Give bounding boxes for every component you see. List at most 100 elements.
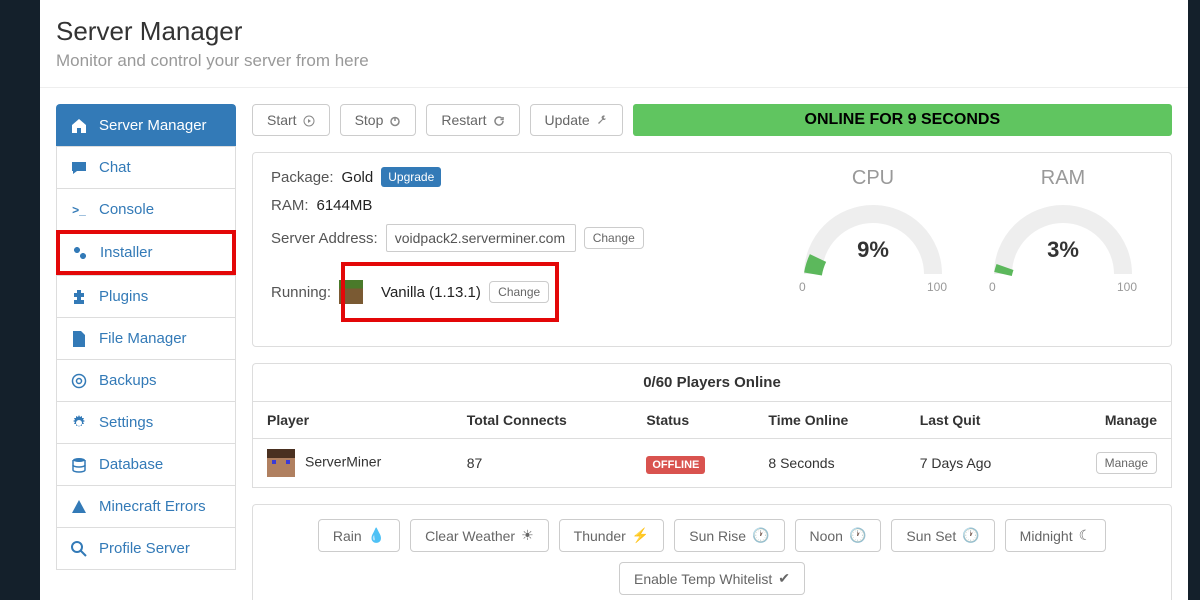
cmd-thunder[interactable]: Thunder ⚡: [559, 519, 665, 552]
clock-icon: 🕐: [849, 527, 866, 544]
col-connects: Total Connects: [453, 402, 633, 439]
package-label: Package:: [271, 169, 334, 186]
col-manage: Manage: [1045, 402, 1171, 439]
refresh-icon: [493, 112, 505, 128]
sidebar: Server Manager Chat >_ Console Installer…: [56, 104, 236, 600]
cpu-gauge-title: CPU: [783, 167, 963, 190]
quick-commands: Rain 💧 Clear Weather ☀ Thunder ⚡ Sun Ris…: [252, 504, 1172, 600]
power-icon: [389, 112, 401, 128]
cmd-enable-whitelist[interactable]: Enable Temp Whitelist ✔: [619, 562, 805, 595]
player-name: ServerMiner: [305, 454, 381, 470]
col-player: Player: [253, 402, 453, 439]
warning-icon: [71, 499, 87, 515]
status-badge-offline: OFFLINE: [646, 456, 705, 474]
cmd-rain[interactable]: Rain 💧: [318, 519, 400, 552]
check-icon: ✔: [778, 570, 790, 587]
running-label: Running:: [271, 284, 331, 301]
player-connects: 87: [453, 439, 633, 488]
droplet-icon: 💧: [368, 527, 385, 544]
sidebar-item-label: Database: [99, 456, 163, 473]
sidebar-item-label: File Manager: [99, 330, 187, 347]
sidebar-item-label: Profile Server: [99, 540, 190, 557]
package-value: Gold: [342, 169, 374, 186]
sidebar-item-database[interactable]: Database: [56, 443, 236, 485]
sidebar-item-minecraft-errors[interactable]: Minecraft Errors: [56, 485, 236, 527]
sidebar-item-console[interactable]: >_ Console: [56, 188, 236, 230]
sidebar-item-label: Backups: [99, 372, 157, 389]
cmd-clear-weather[interactable]: Clear Weather ☀: [410, 519, 549, 552]
home-icon: [71, 118, 87, 134]
wrench-icon: [596, 112, 608, 128]
restart-button[interactable]: Restart: [426, 104, 519, 136]
cmd-noon[interactable]: Noon 🕐: [795, 519, 882, 552]
gauge-max: 100: [927, 280, 947, 294]
sidebar-item-installer[interactable]: Installer: [56, 230, 236, 275]
sidebar-item-label: Console: [99, 201, 154, 218]
sidebar-item-label: Plugins: [99, 288, 148, 305]
gauge-max: 100: [1117, 280, 1137, 294]
ram-gauge-value: 3%: [973, 237, 1153, 263]
play-icon: [303, 112, 315, 128]
change-address-button[interactable]: Change: [584, 227, 644, 249]
ram-value: 6144MB: [317, 197, 373, 214]
cmd-sunrise[interactable]: Sun Rise 🕐: [674, 519, 784, 552]
stop-button[interactable]: Stop: [340, 104, 417, 136]
ram-gauge: RAM 3% 0 100: [973, 167, 1153, 332]
clock-icon: 🕐: [752, 527, 769, 544]
gauge-min: 0: [799, 280, 806, 294]
start-button[interactable]: Start: [252, 104, 330, 136]
file-icon: [71, 331, 87, 347]
change-version-button[interactable]: Change: [489, 281, 549, 303]
stop-label: Stop: [355, 112, 384, 128]
sidebar-item-label: Settings: [99, 414, 153, 431]
update-label: Update: [545, 112, 590, 128]
running-value: Vanilla (1.13.1): [381, 284, 481, 301]
sidebar-item-label: Installer: [100, 244, 153, 261]
address-value[interactable]: voidpack2.serverminer.com: [386, 224, 576, 252]
page-title: Server Manager: [56, 16, 1172, 47]
backups-icon: [71, 373, 87, 389]
database-icon: [71, 457, 87, 473]
sidebar-item-plugins[interactable]: Plugins: [56, 275, 236, 317]
players-online-header: 0/60 Players Online: [252, 363, 1172, 402]
player-avatar: [267, 449, 295, 477]
cmd-sunset[interactable]: Sun Set 🕐: [891, 519, 994, 552]
sun-icon: ☀: [521, 527, 534, 544]
server-status-bar: ONLINE FOR 9 SECONDS: [633, 104, 1172, 136]
installer-icon: [72, 245, 88, 261]
ram-gauge-title: RAM: [973, 167, 1153, 190]
sidebar-item-backups[interactable]: Backups: [56, 359, 236, 401]
page-subtitle: Monitor and control your server from her…: [56, 51, 1172, 71]
col-time-online: Time Online: [754, 402, 905, 439]
manage-player-button[interactable]: Manage: [1096, 452, 1157, 474]
sidebar-item-server-manager[interactable]: Server Manager: [56, 104, 236, 146]
gear-icon: [71, 415, 87, 431]
sidebar-item-settings[interactable]: Settings: [56, 401, 236, 443]
sidebar-item-label: Minecraft Errors: [99, 498, 206, 515]
address-label: Server Address:: [271, 230, 378, 247]
col-status: Status: [632, 402, 754, 439]
upgrade-button[interactable]: Upgrade: [381, 167, 441, 187]
cpu-gauge-value: 9%: [783, 237, 963, 263]
players-table: Player Total Connects Status Time Online…: [252, 402, 1172, 488]
gauge-min: 0: [989, 280, 996, 294]
player-time-online: 8 Seconds: [754, 439, 905, 488]
sidebar-item-profile-server[interactable]: Profile Server: [56, 527, 236, 570]
restart-label: Restart: [441, 112, 486, 128]
sidebar-item-label: Chat: [99, 159, 131, 176]
sidebar-item-file-manager[interactable]: File Manager: [56, 317, 236, 359]
clock-icon: 🕐: [962, 527, 979, 544]
ram-label: RAM:: [271, 197, 309, 214]
table-row: ServerMiner 87 OFFLINE 8 Seconds 7 Days …: [253, 439, 1172, 488]
start-label: Start: [267, 112, 297, 128]
sidebar-item-label: Server Manager: [99, 117, 207, 134]
sidebar-item-chat[interactable]: Chat: [56, 146, 236, 188]
cmd-midnight[interactable]: Midnight ☾: [1005, 519, 1106, 552]
search-icon: [71, 541, 87, 557]
update-button[interactable]: Update: [530, 104, 623, 136]
cpu-gauge: CPU 9% 0 100: [783, 167, 963, 332]
col-last-quit: Last Quit: [906, 402, 1046, 439]
chat-icon: [71, 160, 87, 176]
bolt-icon: ⚡: [632, 527, 649, 544]
player-last-quit: 7 Days Ago: [906, 439, 1046, 488]
